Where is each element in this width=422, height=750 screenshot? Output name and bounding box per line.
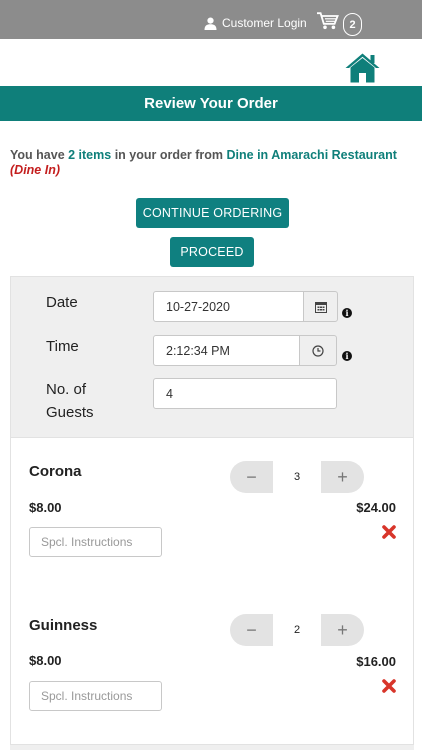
order-items-list: Corona − 3 + $8.00 $24.00 Spcl. Instruct…	[10, 438, 414, 750]
guests-label-line1: No. of	[46, 381, 87, 398]
remove-icon[interactable]	[382, 525, 396, 539]
increase-quantity-button[interactable]: +	[321, 614, 364, 646]
proceed-button[interactable]: PROCEED	[170, 237, 254, 267]
item-total: $16.00	[356, 654, 396, 669]
calendar-icon	[314, 301, 327, 313]
top-bar: Customer Login 2	[0, 0, 422, 39]
summary-prefix: You have	[10, 148, 69, 162]
special-instructions-input[interactable]: Spcl. Instructions	[29, 527, 162, 557]
clock-icon	[312, 344, 324, 357]
quantity-stepper: − 3 +	[230, 461, 364, 493]
page-title: Review Your Order	[144, 95, 278, 112]
continue-ordering-button[interactable]: CONTINUE ORDERING	[136, 198, 289, 228]
customer-login-label: Customer Login	[222, 16, 307, 30]
restaurant-name: Dine in Amarachi Restaurant	[226, 148, 397, 162]
calendar-button[interactable]	[303, 291, 338, 322]
item-total: $24.00	[356, 500, 396, 515]
time-info-icon[interactable]: i	[342, 351, 352, 361]
guests-field[interactable]: 4	[153, 378, 337, 409]
list-footer-divider	[10, 744, 414, 750]
quantity-input[interactable]: 2	[273, 614, 321, 646]
time-label: Time	[46, 338, 79, 355]
item-price: $8.00	[29, 653, 62, 668]
item-price: $8.00	[29, 500, 62, 515]
decrease-quantity-button[interactable]: −	[230, 461, 273, 493]
page-title-bar: Review Your Order	[0, 86, 422, 121]
date-label: Date	[46, 294, 78, 311]
home-icon[interactable]	[344, 52, 381, 83]
customer-login-link[interactable]: Customer Login	[204, 16, 307, 30]
time-field[interactable]: 2:12:34 PM	[153, 335, 300, 366]
clock-button[interactable]	[299, 335, 337, 366]
items-count: 2 items	[68, 148, 112, 162]
order-summary: You have 2 items in your order from Dine…	[10, 148, 420, 178]
item-name: Corona	[29, 463, 82, 480]
order-mode: (Dine In)	[10, 163, 60, 177]
remove-icon[interactable]	[382, 679, 396, 693]
quantity-input[interactable]: 3	[273, 461, 321, 493]
increase-quantity-button[interactable]: +	[321, 461, 364, 493]
special-instructions-input[interactable]: Spcl. Instructions	[29, 681, 162, 711]
item-name: Guinness	[29, 617, 98, 634]
order-details-form: Date 10-27-2020 i Time 2:12:34 PM i No. …	[10, 276, 414, 438]
date-field[interactable]: 10-27-2020	[153, 291, 305, 322]
quantity-stepper: − 2 +	[230, 614, 364, 646]
cart-count-badge[interactable]: 2	[343, 13, 362, 36]
user-icon	[204, 17, 217, 30]
summary-middle: in your order from	[111, 148, 227, 162]
date-info-icon[interactable]: i	[342, 308, 352, 318]
guests-label: No. of Guests	[46, 378, 94, 424]
decrease-quantity-button[interactable]: −	[230, 614, 273, 646]
cart-icon[interactable]	[317, 12, 339, 30]
guests-label-line2: Guests	[46, 404, 94, 421]
